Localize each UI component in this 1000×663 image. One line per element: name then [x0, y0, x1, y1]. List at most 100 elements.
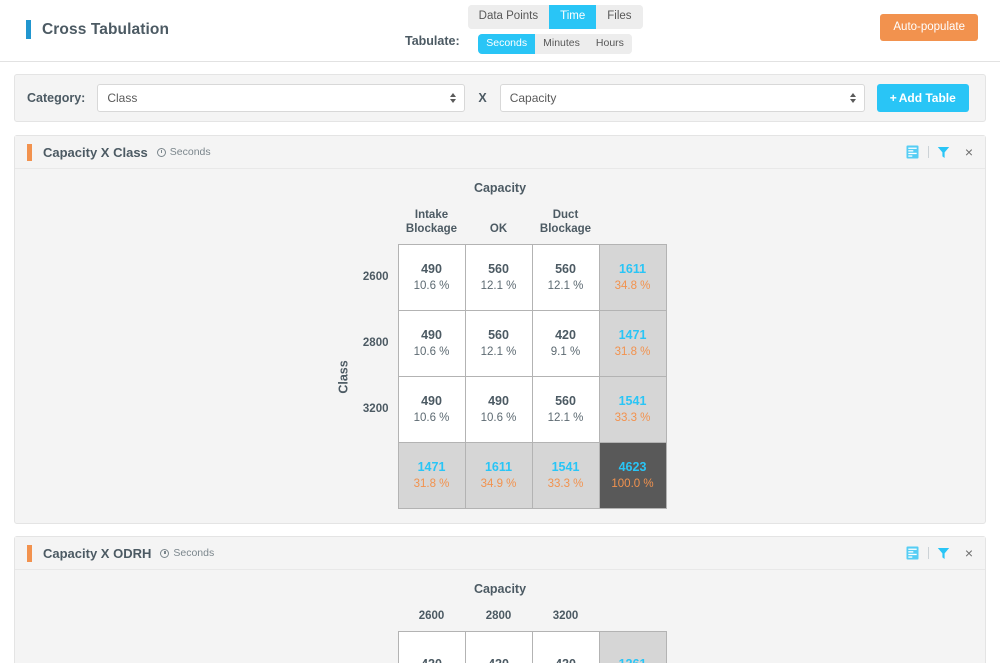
row-label-column — [354, 609, 398, 663]
panels-container: Capacity X Class Seconds × Capacity Class 260… — [14, 135, 986, 663]
crosstab-cell[interactable]: 420 — [397, 631, 466, 663]
crosstab-cell[interactable]: 560 12.1 % — [531, 244, 600, 312]
crosstab-layout: Class 2600 2800 3200 Intake Blockage OK Duct Blo… — [334, 208, 667, 510]
cell-value: 560 — [555, 262, 576, 277]
page-title-group: Cross Tabulation — [26, 20, 169, 39]
tab-time[interactable]: Time — [549, 5, 597, 29]
unit-minutes[interactable]: Minutes — [535, 33, 588, 55]
panel-accent-bar — [27, 544, 32, 562]
add-table-label: Add Table — [898, 91, 956, 105]
crosstab-cell[interactable]: 490 10.6 % — [397, 310, 466, 378]
crosstab-cell[interactable]: 1471 31.8 % — [598, 310, 667, 378]
cell-percent: 12.1 % — [480, 280, 517, 293]
crosstab-cell[interactable]: 4623 100.0 % — [598, 442, 667, 510]
tabulate-button-groups: Data Points Time Files Seconds Minutes Hours — [467, 2, 643, 55]
filter-funnel-icon[interactable] — [936, 144, 952, 160]
column-header: Duct Blockage — [539, 209, 592, 236]
panel-actions: × — [905, 545, 973, 561]
cell-percent: 34.8 % — [614, 280, 651, 293]
panel-actions: × — [905, 144, 973, 160]
cell-percent: 10.6 % — [413, 280, 450, 293]
tab-files[interactable]: Files — [596, 5, 643, 29]
row-axis-title — [334, 609, 354, 663]
cell-value: 490 — [488, 394, 509, 409]
filter-funnel-icon[interactable] — [936, 545, 952, 561]
cell-value: 1261 — [600, 655, 666, 663]
cell-percent: 12.1 % — [480, 346, 517, 359]
export-document-icon[interactable] — [905, 545, 921, 561]
row-axis-title-text: Class — [336, 359, 351, 394]
tab-data-points[interactable]: Data Points — [467, 5, 550, 29]
close-panel-icon[interactable]: × — [959, 546, 973, 560]
table-row: 490 10.6 % 490 10.6 % 560 12.1 % 1541 33.3 % — [397, 376, 667, 444]
action-divider — [927, 146, 929, 158]
unit-seconds[interactable]: Seconds — [478, 33, 536, 55]
crosstab-cell[interactable]: 560 12.1 % — [464, 244, 533, 312]
page-title: Cross Tabulation — [42, 20, 170, 38]
crosstab-cell[interactable]: 420 9.1 % — [531, 310, 600, 378]
panel-title: Capacity X Class — [43, 144, 148, 160]
table-row: 1471 31.8 % 1611 34.9 % 1541 33.3 % 4623 100.0 … — [397, 442, 667, 510]
table-row: 4204204201261 — [397, 631, 667, 663]
crosstab-cell[interactable]: 1471 31.8 % — [397, 442, 466, 510]
category-right-select-wrap: CapacityClassODRH — [499, 84, 865, 112]
category-selector-bar: Category: ClassCapacityODRH X CapacityCl… — [14, 74, 986, 122]
category-right-select[interactable]: CapacityClassODRH — [499, 84, 865, 112]
crosstab-cell[interactable]: 560 12.1 % — [531, 376, 600, 444]
crosstab-cell[interactable]: 490 10.6 % — [397, 376, 466, 444]
crosstab-cell[interactable]: 1261 — [598, 631, 667, 663]
cell-value: 420 — [533, 655, 599, 663]
cell-value: 560 — [555, 394, 576, 409]
clock-icon — [160, 548, 170, 558]
cell-value: 490 — [421, 262, 442, 277]
crosstab-cell[interactable]: 1611 34.9 % — [464, 442, 533, 510]
panel-unit-label: Seconds — [169, 146, 211, 158]
cell-value: 560 — [488, 328, 509, 343]
close-panel-icon[interactable]: × — [959, 145, 973, 159]
cell-percent: 31.8 % — [614, 346, 651, 359]
crosstab-cell[interactable]: 490 10.6 % — [397, 244, 466, 312]
export-document-icon[interactable] — [905, 144, 921, 160]
row-label-column: 2600 2800 3200 — [354, 208, 398, 509]
crosstab-cell[interactable]: 420 — [464, 631, 533, 663]
action-divider — [927, 547, 929, 560]
add-table-button[interactable]: + Add Table — [876, 84, 969, 112]
cell-value: 1471 — [618, 328, 647, 343]
panel-title: Capacity X ODRH — [43, 545, 152, 561]
crosstab-cell[interactable]: 490 10.6 % — [464, 376, 533, 444]
cell-value: 1541 — [551, 460, 580, 475]
column-header-row: Intake Blockage OK Duct Blockage — [398, 208, 666, 245]
cell-percent: 12.1 % — [547, 412, 584, 425]
category-separator: X — [478, 91, 487, 105]
table-row: 490 10.6 % 560 12.1 % 560 12.1 % 1611 34.8 % — [397, 244, 667, 312]
crosstab-cell[interactable]: 560 12.1 % — [464, 310, 533, 378]
cell-percent: 10.6 % — [413, 346, 450, 359]
cell-percent: 12.1 % — [547, 280, 584, 293]
cell-percent: 31.8 % — [413, 478, 450, 491]
cell-value: 1471 — [417, 460, 446, 475]
crosstab-table: 2600280032004204204201261 — [397, 609, 667, 663]
crosstab-cell[interactable]: 1541 33.3 % — [598, 376, 667, 444]
category-left-select-wrap: ClassCapacityODRH — [97, 84, 466, 112]
cell-value: 420 — [555, 328, 576, 343]
panel-body: Capacity2600280032004204204201261 — [15, 570, 985, 663]
crosstab-cell[interactable]: 1541 33.3 % — [531, 442, 600, 510]
panel-accent-bar — [27, 143, 32, 161]
table-row: 490 10.6 % 560 12.1 % 420 9.1 % 1471 31.8 % — [397, 310, 667, 378]
cell-value: 1611 — [618, 262, 647, 277]
column-header: OK — [489, 223, 508, 236]
auto-populate-button[interactable]: Auto-populate — [880, 14, 978, 41]
unit-hours[interactable]: Hours — [587, 33, 632, 55]
crosstab-cell[interactable]: 420 — [531, 631, 600, 663]
column-header-row: 2600 2800 3200 — [398, 609, 666, 632]
cross-tabulation-app: Cross Tabulation Tabulate: Data Points Ti… — [0, 0, 1000, 663]
corner-spacer — [354, 609, 398, 631]
cell-value: 490 — [421, 394, 442, 409]
cell-percent: 9.1 % — [550, 346, 581, 359]
page-header: Cross Tabulation Tabulate: Data Points Ti… — [0, 0, 1000, 62]
column-header — [599, 609, 666, 632]
crosstab-cell[interactable]: 1611 34.8 % — [598, 244, 667, 312]
category-left-select[interactable]: ClassCapacityODRH — [97, 84, 466, 112]
cell-value: 560 — [488, 262, 509, 277]
column-header: Intake Blockage — [405, 209, 458, 236]
